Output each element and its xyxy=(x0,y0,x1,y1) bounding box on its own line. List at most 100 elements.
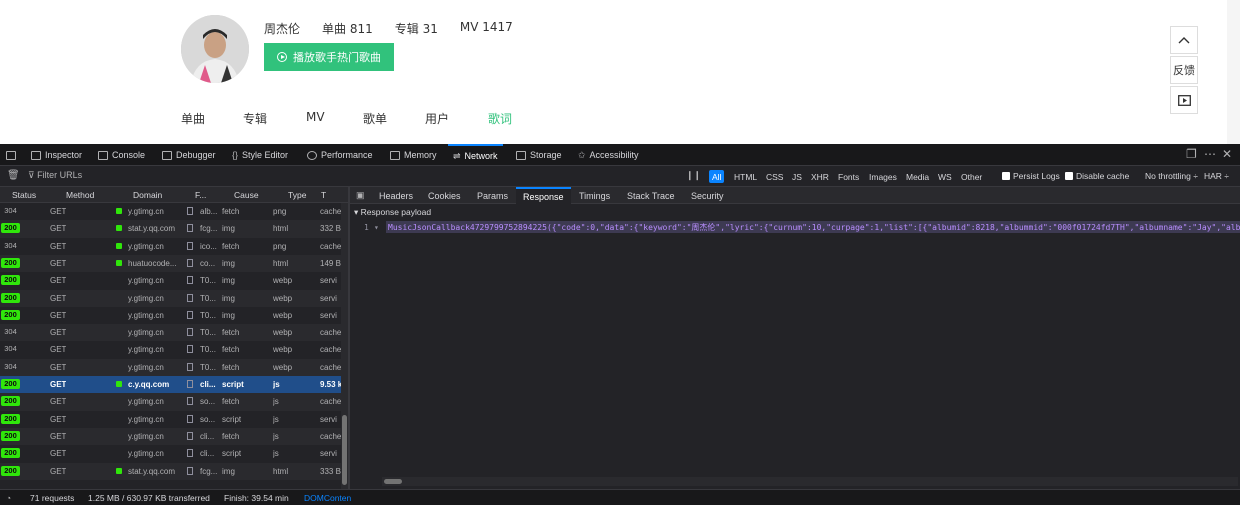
file: so... xyxy=(200,397,216,407)
tab-users[interactable]: 用户 xyxy=(425,110,488,127)
close-icon[interactable]: ✕ xyxy=(1222,148,1232,160)
tab-params[interactable]: Params xyxy=(477,187,508,204)
tab-playlists[interactable]: 歌单 xyxy=(363,110,425,127)
filter-js[interactable]: JS xyxy=(789,170,805,183)
request-row[interactable]: 304 GET y.gtimg.cn ico... fetch png cache xyxy=(0,238,348,255)
stat-albums[interactable]: 专辑 31 xyxy=(395,20,438,37)
file-icon xyxy=(187,258,193,267)
request-row[interactable]: 200 GET stat.y.qq.com fcg... img html 332 B xyxy=(0,220,348,238)
request-row[interactable]: 200 GET c.y.qq.com cli... script js 9.53 k xyxy=(0,376,348,394)
code-horizontal-scrollbar[interactable] xyxy=(382,477,1238,486)
request-row[interactable]: 304 GET y.gtimg.cn T0... fetch webp cache xyxy=(0,324,348,342)
dom-content-loaded: DOMConten xyxy=(304,493,352,503)
filter-css[interactable]: CSS xyxy=(763,170,786,183)
tab-style-editor-label: Style Editor xyxy=(242,150,289,160)
tab-console-label: Console xyxy=(112,150,146,160)
request-row[interactable]: 200 GET y.gtimg.cn cli... fetch js cache xyxy=(0,427,348,446)
request-row[interactable]: 304 GET y.gtimg.cn T0... fetch webp cache xyxy=(0,341,348,358)
tab-debugger[interactable]: Debugger xyxy=(162,144,216,166)
tab-stack-trace[interactable]: Stack Trace xyxy=(627,187,675,204)
status-code: 200 xyxy=(1,413,20,424)
hscroll-thumb[interactable] xyxy=(384,479,402,484)
response-code[interactable]: MusicJsonCallback4729799752894225({"code… xyxy=(386,221,1240,233)
tab-style-editor[interactable]: {} Style Editor xyxy=(232,144,288,166)
tab-mv[interactable]: MV xyxy=(306,110,363,127)
column-type[interactable]: Type xyxy=(288,190,306,200)
domain: stat.y.qq.com xyxy=(128,224,175,234)
request-row[interactable]: 200 GET y.gtimg.cn T0... img webp servi xyxy=(0,272,348,289)
more-options-icon[interactable]: ⋯ xyxy=(1204,148,1216,160)
filter-xhr[interactable]: XHR xyxy=(808,170,832,183)
cause: img xyxy=(222,276,235,286)
tab-headers[interactable]: Headers xyxy=(379,187,413,204)
throttling-select[interactable]: No throttling ÷ xyxy=(1145,171,1198,181)
request-row[interactable]: 200 GET y.gtimg.cn so... fetch js cache xyxy=(0,393,348,411)
tab-albums[interactable]: 专辑 xyxy=(243,110,306,127)
column-status[interactable]: Status xyxy=(12,190,36,200)
filter-other[interactable]: Other xyxy=(958,170,985,183)
response-payload-toggle[interactable]: ▾ Response payload xyxy=(354,207,431,218)
tab-response[interactable]: Response xyxy=(516,187,571,204)
request-list-scrollbar[interactable] xyxy=(341,203,348,489)
filter-all[interactable]: All xyxy=(709,170,725,183)
column-transferred[interactable]: T xyxy=(321,190,326,200)
har-menu[interactable]: HAR ÷ xyxy=(1204,171,1229,181)
artist-avatar[interactable] xyxy=(181,15,249,83)
column-cause[interactable]: Cause xyxy=(234,190,259,200)
tab-accessibility[interactable]: ✩ Accessibility xyxy=(578,144,639,166)
request-row[interactable]: 200 GET y.gtimg.cn T0... img webp servi xyxy=(0,307,348,324)
tab-inspector[interactable]: Inspector xyxy=(31,144,82,166)
request-row[interactable]: 304 GET y.gtimg.cn alb... fetch png cache xyxy=(0,203,348,220)
tab-lyrics[interactable]: 歌词 xyxy=(488,110,528,127)
pick-element-button[interactable] xyxy=(6,144,16,166)
disable-cache-checkbox[interactable]: Disable cache xyxy=(1065,171,1129,181)
tab-memory[interactable]: Memory xyxy=(390,144,437,166)
stat-singles[interactable]: 单曲 811 xyxy=(322,20,373,37)
filter-images[interactable]: Images xyxy=(866,170,900,183)
column-file[interactable]: F... xyxy=(195,190,206,200)
request-row[interactable]: 200 GET y.gtimg.cn so... script js servi xyxy=(0,411,348,428)
domain: stat.y.qq.com xyxy=(128,466,175,476)
stat-mv[interactable]: MV 1417 xyxy=(460,20,513,37)
request-row[interactable]: 200 GET huatuocode... co... img html 149 B xyxy=(0,254,348,273)
tab-singles[interactable]: 单曲 xyxy=(181,110,243,127)
filter-input[interactable]: ⊽ Filter URLs xyxy=(28,170,82,181)
scrollbar-thumb[interactable] xyxy=(342,415,347,485)
tab-console[interactable]: Console xyxy=(98,144,145,166)
reload-icon[interactable]: ◔ xyxy=(6,493,11,503)
file: fcg... xyxy=(200,224,218,234)
pause-icon[interactable]: ❙❙ xyxy=(686,170,701,181)
request-row[interactable]: 200 GET stat.y.qq.com fcg... img html 333 B xyxy=(0,462,348,480)
transferred: cache xyxy=(320,328,341,338)
method: GET xyxy=(50,241,67,251)
filter-html[interactable]: HTML xyxy=(731,170,760,183)
tab-performance[interactable]: Performance xyxy=(307,144,373,166)
column-domain[interactable]: Domain xyxy=(133,190,162,200)
scroll-top-button[interactable] xyxy=(1170,26,1198,54)
column-method[interactable]: Method xyxy=(66,190,94,200)
request-row[interactable]: 200 GET y.gtimg.cn T0... img webp servi xyxy=(0,289,348,307)
tab-cookies[interactable]: Cookies xyxy=(428,187,461,204)
tab-security[interactable]: Security xyxy=(691,187,724,204)
fold-icon[interactable]: ▾ xyxy=(374,223,379,232)
trash-icon[interactable]: 🗑 xyxy=(7,170,20,181)
file-icon xyxy=(187,276,193,285)
filter-ws[interactable]: WS xyxy=(935,170,955,183)
tab-storage[interactable]: Storage xyxy=(516,144,562,166)
lock-icon xyxy=(116,381,122,387)
filter-media[interactable]: Media xyxy=(903,170,932,183)
filter-fonts[interactable]: Fonts xyxy=(835,170,862,183)
dock-icon[interactable]: ❐ xyxy=(1186,148,1197,160)
request-row[interactable]: 200 GET y.gtimg.cn cli... script js servi xyxy=(0,445,348,462)
play-hot-songs-button[interactable]: 播放歌手热门歌曲 xyxy=(264,43,394,71)
tab-timings[interactable]: Timings xyxy=(579,187,610,204)
feedback-button[interactable]: 反馈 xyxy=(1170,56,1198,84)
request-list: Status Method Domain F... Cause Type T 3… xyxy=(0,187,348,489)
player-button[interactable] xyxy=(1170,86,1198,114)
status-code: 200 xyxy=(1,448,20,459)
request-row[interactable]: 304 GET y.gtimg.cn T0... fetch webp cache xyxy=(0,358,348,376)
cause: fetch xyxy=(222,207,240,216)
persist-logs-checkbox[interactable]: Persist Logs xyxy=(1002,171,1060,181)
tab-network[interactable]: ⇌ Network xyxy=(448,144,503,166)
toggle-sidebar-icon[interactable]: ▣ xyxy=(356,187,365,204)
